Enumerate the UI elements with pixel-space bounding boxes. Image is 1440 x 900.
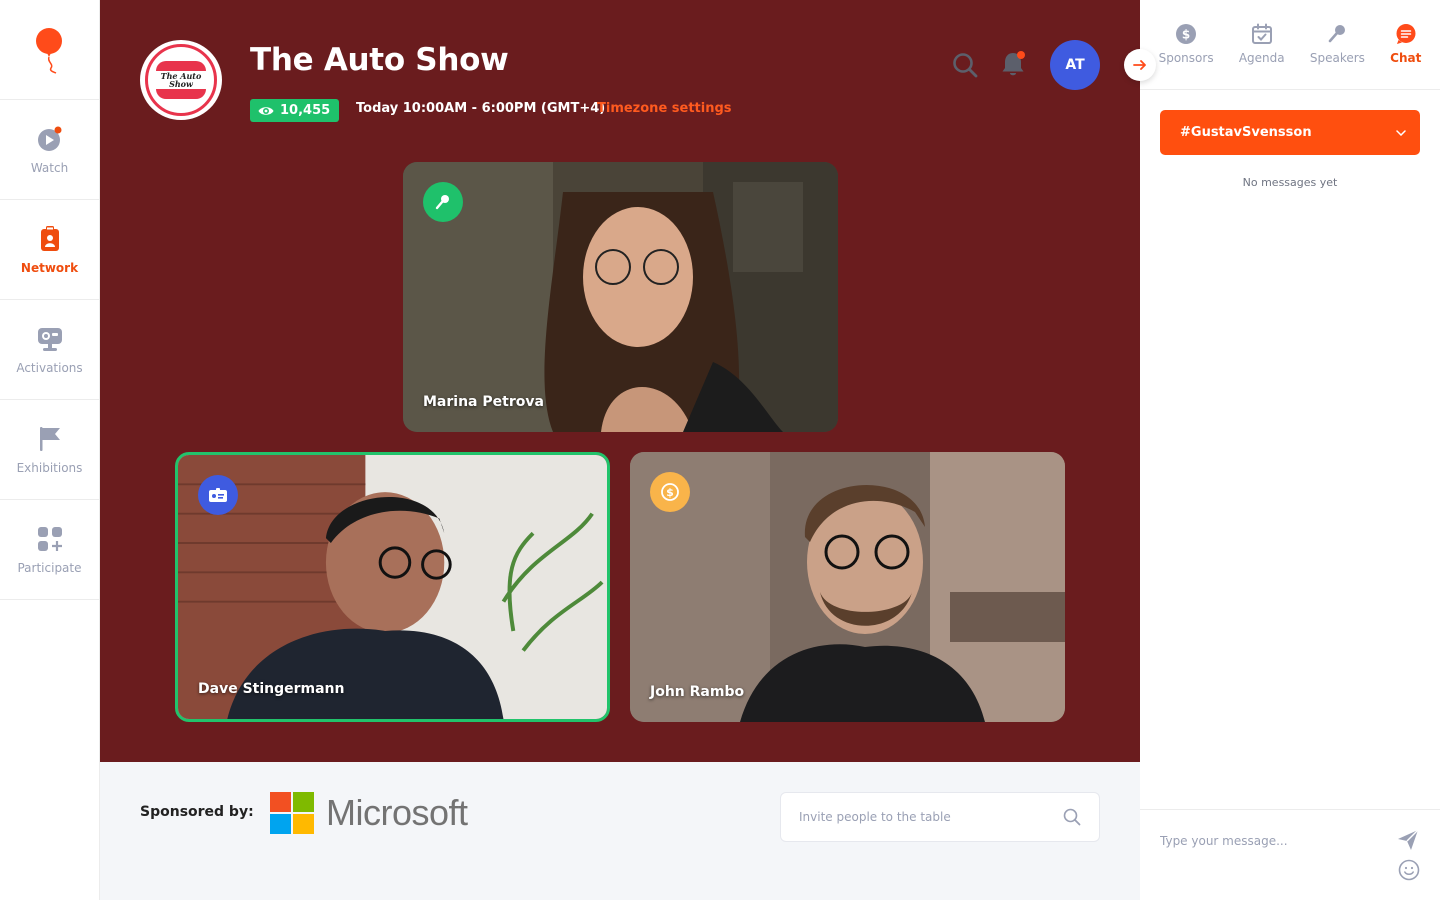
dollar-circle-icon: $ bbox=[1174, 22, 1198, 46]
badge-icon bbox=[36, 225, 64, 253]
participant-tile-dave-stingermann[interactable]: Dave Stingermann bbox=[175, 452, 610, 722]
tab-speakers[interactable]: Speakers bbox=[1310, 0, 1365, 89]
nav-item-activations[interactable]: Activations bbox=[0, 300, 99, 400]
eye-icon bbox=[258, 106, 274, 115]
event-title: The Auto Show bbox=[250, 42, 509, 78]
svg-text:$: $ bbox=[666, 486, 674, 499]
panel-tabs: $ Sponsors Agenda Speakers Chat bbox=[1140, 0, 1440, 90]
sponsored-label: Sponsored by: bbox=[140, 804, 254, 820]
nav-item-label: Network bbox=[20, 260, 79, 275]
sponsor-logo[interactable]: Microsoft bbox=[270, 792, 468, 834]
nav-item-network[interactable]: Network bbox=[0, 200, 99, 300]
message-composer bbox=[1140, 809, 1440, 900]
sponsor-name: Microsoft bbox=[326, 792, 468, 833]
attendee-role-icon bbox=[198, 475, 238, 515]
timezone-settings-link[interactable]: Timezone settings bbox=[597, 101, 732, 116]
nav-item-watch[interactable]: Watch bbox=[0, 100, 99, 200]
chat-icon bbox=[1394, 22, 1418, 46]
arrow-right-icon bbox=[1133, 60, 1146, 70]
nav-item-exhibitions[interactable]: Exhibitions bbox=[0, 400, 99, 500]
collapse-panel-button[interactable] bbox=[1124, 49, 1156, 81]
microphone-icon bbox=[1325, 22, 1349, 46]
grid-plus-icon bbox=[36, 525, 64, 553]
event-logo: The Auto Show bbox=[140, 40, 222, 120]
participant-tile-marina-petrova[interactable]: Marina Petrova bbox=[403, 162, 838, 432]
tab-agenda[interactable]: Agenda bbox=[1239, 0, 1285, 89]
channel-dropdown[interactable]: #GustavSvensson bbox=[1160, 110, 1420, 155]
tab-sponsors[interactable]: $ Sponsors bbox=[1159, 0, 1214, 89]
nav-item-label: Exhibitions bbox=[16, 460, 83, 475]
nav-item-participate[interactable]: Participate bbox=[0, 500, 99, 600]
participant-name: John Rambo bbox=[650, 684, 745, 700]
invite-input[interactable] bbox=[799, 810, 1063, 824]
play-icon bbox=[36, 125, 64, 153]
emoji-icon[interactable] bbox=[1398, 859, 1422, 883]
tab-chat[interactable]: Chat bbox=[1390, 0, 1421, 89]
viewers-count: 10,455 bbox=[280, 103, 331, 118]
event-schedule: Today 10:00AM - 6:00PM (GMT+4) bbox=[356, 101, 606, 116]
participant-name: Dave Stingermann bbox=[198, 681, 345, 697]
sponsor-role-icon: $ bbox=[650, 472, 690, 512]
tab-label: Agenda bbox=[1238, 51, 1285, 65]
flag-icon bbox=[36, 425, 64, 453]
svg-text:$: $ bbox=[1182, 28, 1190, 42]
balloon-icon bbox=[35, 27, 62, 74]
viewers-badge: 10,455 bbox=[250, 99, 340, 122]
microsoft-logo-icon bbox=[270, 792, 314, 834]
participant-tile-john-rambo[interactable]: $ John Rambo bbox=[630, 452, 1065, 722]
tab-label: Chat bbox=[1390, 51, 1422, 65]
participant-photo bbox=[630, 452, 1065, 722]
channel-name: #GustavSvensson bbox=[1180, 125, 1312, 140]
nav-item-label: Watch bbox=[30, 160, 69, 175]
invite-search-box[interactable] bbox=[780, 792, 1100, 842]
right-panel: $ Sponsors Agenda Speakers Chat #GustavS… bbox=[1140, 0, 1440, 900]
id-card-icon bbox=[209, 488, 227, 502]
participant-name: Marina Petrova bbox=[423, 394, 544, 410]
event-logo-text: The Auto Show bbox=[160, 71, 202, 89]
search-icon[interactable] bbox=[952, 52, 978, 78]
video-booth-icon bbox=[36, 325, 64, 353]
message-input[interactable] bbox=[1160, 830, 1380, 852]
sponsor-footer: Sponsored by: Microsoft bbox=[100, 762, 1140, 900]
nav-item-label: Activations bbox=[16, 360, 83, 375]
tab-label: Sponsors bbox=[1158, 51, 1214, 65]
tab-label: Speakers bbox=[1309, 51, 1365, 65]
chevron-down-icon bbox=[1396, 129, 1406, 136]
search-icon[interactable] bbox=[1063, 808, 1081, 826]
event-stage: The Auto Show The Auto Show 10,455 Today… bbox=[100, 0, 1140, 762]
app-logo[interactable] bbox=[0, 0, 99, 100]
dollar-icon: $ bbox=[661, 483, 679, 501]
participant-photo bbox=[178, 455, 607, 719]
empty-chat-text: No messages yet bbox=[1242, 176, 1338, 189]
left-sidebar: Watch Network Activations Exhibitions Pa… bbox=[0, 0, 100, 900]
calendar-icon bbox=[1250, 22, 1274, 46]
notifications-bell-icon[interactable] bbox=[1000, 50, 1026, 78]
participant-photo bbox=[403, 162, 838, 432]
user-avatar[interactable]: AT bbox=[1050, 40, 1100, 90]
send-icon[interactable] bbox=[1396, 828, 1422, 854]
speaker-role-icon bbox=[423, 182, 463, 222]
nav-item-label: Participate bbox=[17, 560, 82, 575]
